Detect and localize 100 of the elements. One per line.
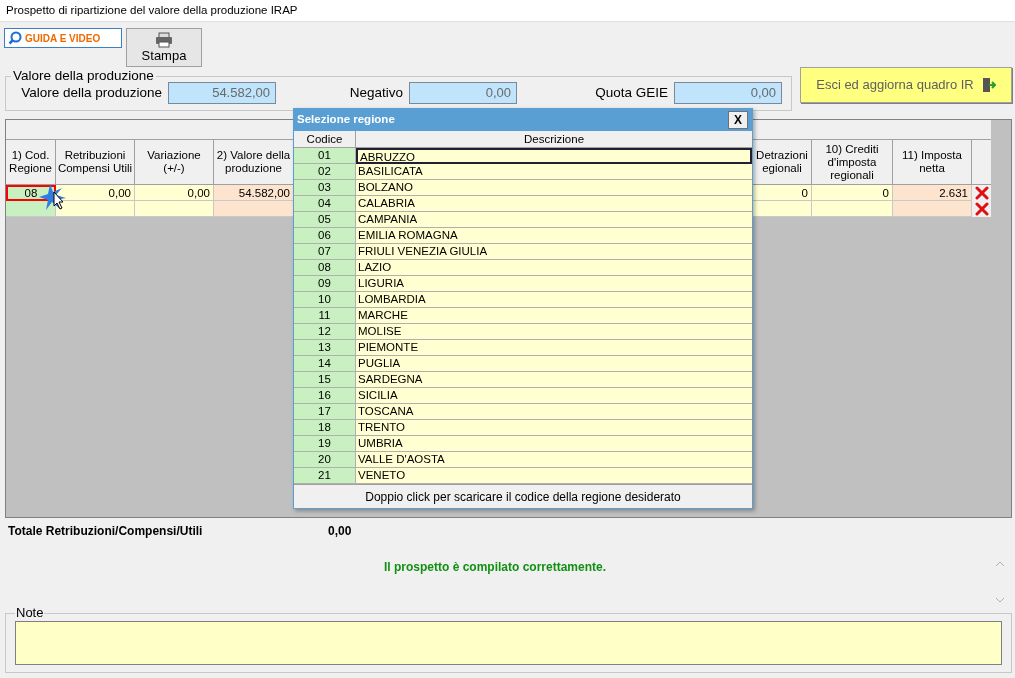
delete-icon[interactable] xyxy=(974,186,989,200)
table-cell[interactable]: 0,00 xyxy=(56,185,135,201)
region-name: PUGLIA xyxy=(356,356,752,372)
region-row[interactable]: 02 BASILICATA xyxy=(294,164,752,180)
region-name: MOLISE xyxy=(356,324,752,340)
region-code: 12 xyxy=(294,324,356,340)
region-code: 15 xyxy=(294,372,356,388)
scroll-down-icon[interactable] xyxy=(995,596,1005,604)
column-header: Variazione (+/-) xyxy=(135,140,214,184)
region-name: LOMBARDIA xyxy=(356,292,752,308)
region-name: LIGURIA xyxy=(356,276,752,292)
table-cell[interactable]: 0 xyxy=(812,185,893,201)
field-label: Valore della produzione xyxy=(21,83,162,102)
column-header: Codice xyxy=(294,131,356,147)
region-name: SARDEGNA xyxy=(356,372,752,388)
region-code: 18 xyxy=(294,420,356,436)
table-cell[interactable] xyxy=(56,201,135,217)
column-header: Retribuzioni Compensi Utili xyxy=(56,140,135,184)
region-row[interactable]: 01 ABRUZZO xyxy=(294,148,752,164)
region-name: MARCHE xyxy=(356,308,752,324)
field-label: Negativo xyxy=(349,83,403,102)
table-cell[interactable] xyxy=(6,201,56,217)
region-row[interactable]: 10 LOMBARDIA xyxy=(294,292,752,308)
region-name: SICILIA xyxy=(356,388,752,404)
region-name: VENETO xyxy=(356,468,752,484)
region-row[interactable]: 19 UMBRIA xyxy=(294,436,752,452)
region-code: 16 xyxy=(294,388,356,404)
region-row[interactable]: 05 CAMPANIA xyxy=(294,212,752,228)
group-legend: Note xyxy=(15,606,45,620)
table-cell[interactable] xyxy=(812,201,893,217)
search-icon xyxy=(8,31,22,45)
table-cell[interactable] xyxy=(135,201,214,217)
note-field[interactable] xyxy=(15,621,1002,665)
value-field[interactable]: 0,00 xyxy=(409,82,517,104)
region-name: CAMPANIA xyxy=(356,212,752,228)
region-name: TOSCANA xyxy=(356,404,752,420)
table-cell[interactable]: 2.631 xyxy=(893,185,972,201)
region-code: 20 xyxy=(294,452,356,468)
print-button[interactable]: Stampa xyxy=(126,28,202,67)
region-name: TRENTO xyxy=(356,420,752,436)
status-message: Il prospetto è compilato correttamente. xyxy=(383,559,606,576)
region-code: 04 xyxy=(294,196,356,212)
region-code: 13 xyxy=(294,340,356,356)
region-row[interactable]: 11 MARCHE xyxy=(294,308,752,324)
value-field[interactable]: 0,00 xyxy=(674,82,782,104)
region-name: UMBRIA xyxy=(356,436,752,452)
value-field[interactable]: 54.582,00 xyxy=(168,82,276,104)
region-code: 05 xyxy=(294,212,356,228)
region-row[interactable]: 06 EMILIA ROMAGNA xyxy=(294,228,752,244)
totals-label: Totale Retribuzioni/Compensi/Utili xyxy=(8,522,204,540)
region-code: 06 xyxy=(294,228,356,244)
column-header: 1) Cod. Regione xyxy=(6,140,56,184)
region-row[interactable]: 18 TRENTO xyxy=(294,420,752,436)
region-row[interactable]: 13 PIEMONTE xyxy=(294,340,752,356)
window-title: Prospetto di ripartizione del valore della produzione IRAP xyxy=(6,2,298,18)
region-code: 01 xyxy=(294,148,356,164)
region-code: 10 xyxy=(294,292,356,308)
table-cell[interactable]: 0,00 xyxy=(135,185,214,201)
group-legend: Valore della produzione xyxy=(11,69,156,83)
scrollbar[interactable] xyxy=(993,560,1007,604)
region-code: 09 xyxy=(294,276,356,292)
totals-value: 0,00 xyxy=(328,522,352,540)
region-row[interactable]: 20 VALLE D'AOSTA xyxy=(294,452,752,468)
region-code: 03 xyxy=(294,180,356,196)
region-name: BASILICATA xyxy=(356,164,752,180)
close-button[interactable]: X xyxy=(728,111,748,129)
region-code: 02 xyxy=(294,164,356,180)
table-cell[interactable] xyxy=(893,201,972,217)
column-header: 11) Imposta netta xyxy=(893,140,972,184)
region-name: BOLZANO xyxy=(356,180,752,196)
region-row[interactable]: 17 TOSCANA xyxy=(294,404,752,420)
region-row[interactable]: 09 LIGURIA xyxy=(294,276,752,292)
region-code: 08 xyxy=(294,260,356,276)
table-cell[interactable] xyxy=(214,201,294,217)
region-code: 19 xyxy=(294,436,356,452)
table-cell[interactable] xyxy=(753,201,812,217)
exit-update-button[interactable]: Esci ed aggiorna quadro IR xyxy=(800,67,1012,103)
region-row[interactable]: 07 FRIULI VENEZIA GIULIA xyxy=(294,244,752,260)
region-row[interactable]: 21 VENETO xyxy=(294,468,752,484)
region-row[interactable]: 16 SICILIA xyxy=(294,388,752,404)
printer-icon xyxy=(155,32,173,48)
dialog-title: Selezione regione xyxy=(297,112,395,128)
scroll-up-icon[interactable] xyxy=(995,560,1005,568)
table-cell[interactable]: 0 xyxy=(753,185,812,201)
column-header: Descrizione xyxy=(522,132,586,147)
region-name: VALLE D'AOSTA xyxy=(356,452,752,468)
region-name: PIEMONTE xyxy=(356,340,752,356)
region-code: 17 xyxy=(294,404,356,420)
region-row[interactable]: 08 LAZIO xyxy=(294,260,752,276)
region-row[interactable]: 03 BOLZANO xyxy=(294,180,752,196)
delete-icon[interactable] xyxy=(974,202,989,216)
field-label: Quota GEIE xyxy=(595,83,668,102)
region-row[interactable]: 14 PUGLIA xyxy=(294,356,752,372)
region-code: 07 xyxy=(294,244,356,260)
region-row[interactable]: 15 SARDEGNA xyxy=(294,372,752,388)
region-name: ABRUZZO xyxy=(356,148,752,164)
table-cell[interactable]: 54.582,00 xyxy=(214,185,294,201)
dialog-hint: Doppio click per scaricare il codice della regione desiderato xyxy=(365,488,681,506)
region-row[interactable]: 12 MOLISE xyxy=(294,324,752,340)
region-row[interactable]: 04 CALABRIA xyxy=(294,196,752,212)
